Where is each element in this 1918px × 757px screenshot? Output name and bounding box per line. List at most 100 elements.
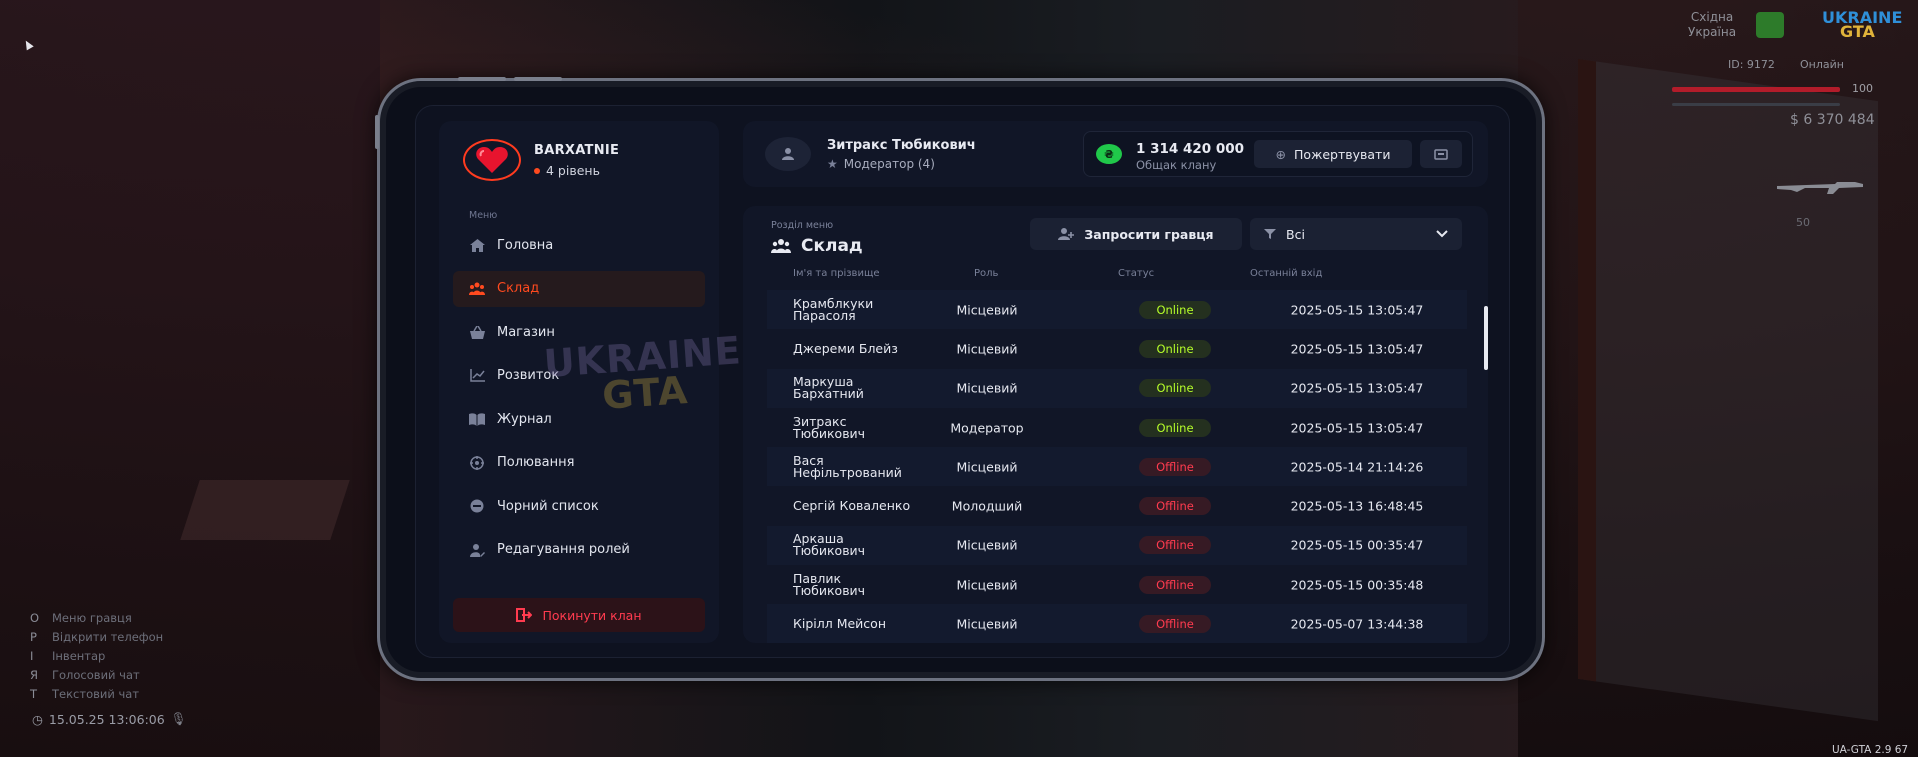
member-name: Крамблкуки Парасоля (793, 295, 874, 323)
menu-item-7[interactable]: Редагування ролей (453, 532, 705, 568)
table-header: Ім'я та прізвище Роль Статус Останній вх… (767, 268, 1467, 286)
hud-version: UA-GTA 2.9 67 (1832, 744, 1909, 756)
column-status: Статус (1118, 268, 1155, 279)
keybind-key: I (30, 648, 34, 663)
hud-ammo: 50 (1796, 216, 1810, 229)
menu-item-1[interactable]: Склад (453, 270, 705, 307)
section-caption: Розділ меню (771, 220, 834, 231)
tablet-top-button-2 (514, 77, 562, 81)
target-icon (469, 455, 485, 470)
menu-item-6[interactable]: Чорний список (453, 488, 705, 524)
role-filter-select[interactable]: Всі (1250, 218, 1462, 250)
wallet-button[interactable] (1420, 140, 1462, 168)
member-last-login: 2025-05-13 16:48:45 (1290, 498, 1424, 514)
keybind-row: P Відкрити телефон (30, 627, 163, 646)
clan-logo (463, 139, 521, 181)
bank-amount: 1 314 420 000 (1136, 141, 1245, 157)
microphone-icon: 🎙︎ (170, 711, 187, 726)
keybind-list: O Меню гравця P Відкрити телефон I Інвентар Я Г… (30, 608, 163, 703)
status-badge: Offline (1139, 457, 1211, 476)
table-row[interactable]: Павлик Тюбикович Місцевий Offline 2025-05-1… (767, 565, 1467, 604)
menu-item-label: Редагування ролей (497, 542, 630, 557)
status-badge: Online (1139, 339, 1211, 358)
menu-item-0[interactable]: Головна (453, 227, 705, 263)
keybind-row: I Інвентар (30, 646, 163, 665)
menu-item-label: Магазин (497, 324, 555, 340)
donate-button[interactable]: ⊕ Пожертвувати (1254, 140, 1412, 168)
status-badge: Offline (1139, 536, 1211, 555)
member-name: Маркуша Бархатний (793, 374, 864, 402)
user-icon (782, 148, 794, 160)
hud-money: $ 6 370 484 (1790, 112, 1875, 128)
home-icon (469, 238, 485, 252)
exit-icon (516, 608, 533, 622)
leave-clan-button[interactable]: Покинути клан (453, 598, 705, 632)
member-last-login: 2025-05-15 13:05:47 (1290, 380, 1424, 396)
clock-icon: ◷ (32, 711, 43, 727)
hud-region-line2: Україна (1688, 25, 1737, 39)
table-row[interactable]: Аркаша Тюбикович Місцевий Offline 2025-05-1… (767, 525, 1467, 566)
health-bar (1672, 87, 1840, 92)
table-row[interactable]: Кірілл Мейсон Місцевий Offline 2025-05-07 1… (767, 604, 1467, 643)
table-row[interactable]: Зитракс Тюбикович Модератор Online 2025-05-… (767, 408, 1467, 447)
section-title: Склад (771, 236, 863, 256)
hud-online: Онлайн (1800, 58, 1844, 71)
clan-bank: ₴ 1 314 420 000 Общак клану ⊕ Пожертвува… (1083, 131, 1473, 177)
keybind-row: T Текстовий чат (30, 684, 163, 703)
chevron-down-icon (1436, 230, 1448, 238)
keybind-label: Відкрити телефон (52, 629, 164, 644)
member-role: Місцевий (956, 302, 1018, 318)
menu-caption: Меню (469, 210, 498, 221)
keybind-row: O Меню гравця (30, 608, 163, 627)
background-door-frame (1578, 58, 1878, 722)
rifle-icon (1777, 182, 1863, 194)
user-avatar (765, 137, 811, 171)
table-row[interactable]: Вася Нефільтрований Місцевий Offline 2025-0… (767, 447, 1467, 487)
server-logo-line2: GTA (1840, 22, 1875, 41)
table-scrollbar[interactable] (1484, 306, 1488, 370)
menu-item-5[interactable]: Полювання (453, 445, 705, 481)
basket-icon (469, 325, 485, 339)
member-name: Зитракс Тюбикович (793, 413, 866, 441)
server-logo: UKRAINE GTA (1822, 10, 1902, 41)
status-badge: Online (1139, 418, 1211, 437)
donate-label: Пожертвувати (1294, 146, 1391, 162)
member-name: Аркаша Тюбикович (793, 531, 866, 559)
armor-bar (1672, 103, 1840, 106)
members-panel: Розділ меню Склад Запросити гравця Всі І… (743, 206, 1488, 643)
member-last-login: 2025-05-14 21:14:26 (1290, 459, 1424, 475)
plus-circle-icon: ⊕ (1275, 146, 1287, 162)
column-name: Ім'я та прізвище (793, 268, 880, 279)
table-row[interactable]: Джереми Блейз Місцевий Online 2025-05-15 13… (767, 329, 1467, 368)
user-name: Зитракс Тюбикович (827, 138, 976, 153)
invite-player-button[interactable]: Запросити гравця (1030, 218, 1242, 250)
member-role: Місцевий (956, 341, 1018, 357)
region-flag-icon (1756, 12, 1784, 38)
user-role-text: Модератор (4) (843, 157, 935, 171)
hud-datetime: 15.05.25 13:06:06 (48, 711, 165, 727)
member-name: Сергій Коваленко (793, 498, 911, 514)
users-icon (771, 239, 791, 253)
role-filter-value: Всі (1286, 226, 1305, 242)
wallet-icon (1434, 149, 1448, 160)
member-name: Джереми Блейз (793, 340, 898, 356)
clan-level-text: 4 рівень (546, 163, 600, 178)
member-last-login: 2025-05-15 00:35:47 (1290, 537, 1424, 553)
leave-clan-label: Покинути клан (542, 607, 642, 623)
menu-item-label: Полювання (497, 455, 575, 470)
table-row[interactable]: Крамблкуки Парасоля Місцевий Online 2025-05… (767, 290, 1467, 330)
member-role: Місцевий (956, 537, 1018, 553)
clan-name: BARXATNIE (534, 143, 620, 158)
star-icon: ★ (827, 157, 838, 171)
keybind-key: P (30, 629, 37, 644)
member-name: Вася Нефільтрований (793, 452, 902, 480)
table-row[interactable]: Сергій Коваленко Молодший Offline 2025-05-1… (767, 486, 1467, 525)
column-last-login: Останній вхід (1250, 268, 1323, 279)
keybind-label: Інвентар (52, 648, 106, 663)
invite-player-label: Запросити гравця (1084, 226, 1214, 242)
table-row[interactable]: Маркуша Бархатний Місцевий Online 2025-05-1… (767, 368, 1467, 408)
member-last-login: 2025-05-15 13:05:47 (1290, 341, 1424, 357)
keybind-label: Текстовий чат (52, 686, 140, 701)
status-badge: Offline (1139, 615, 1211, 634)
hud-region: Східна Україна (1688, 10, 1736, 40)
